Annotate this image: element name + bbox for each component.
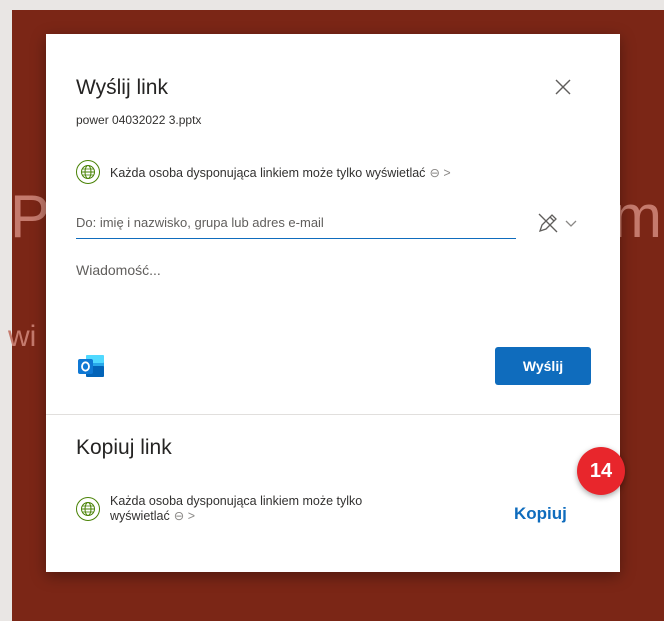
background-text-left: P bbox=[10, 183, 52, 250]
copy-link-permission-setting[interactable]: Każda osoba dysponująca linkiem może tyl… bbox=[76, 494, 410, 524]
copy-permission-suffix: ⊖ > bbox=[173, 509, 195, 523]
copy-permission-text: Każda osoba dysponująca linkiem może tyl… bbox=[110, 494, 410, 524]
outlook-icon bbox=[78, 355, 104, 377]
link-permission-setting[interactable]: Każda osoba dysponująca linkiem może tyl… bbox=[76, 160, 451, 184]
pen-icon bbox=[538, 213, 558, 233]
close-button[interactable] bbox=[552, 76, 574, 98]
permission-label: Każda osoba dysponująca linkiem może tyl… bbox=[110, 165, 426, 180]
close-icon bbox=[555, 79, 571, 95]
permission-suffix: ⊖ > bbox=[429, 165, 451, 180]
send-button[interactable]: Wyślij bbox=[495, 347, 591, 385]
link-settings-button[interactable] bbox=[536, 211, 578, 235]
annotation-badge: 14 bbox=[577, 447, 625, 495]
section-divider bbox=[46, 414, 620, 415]
globe-icon bbox=[76, 160, 100, 184]
permission-text: Każda osoba dysponująca linkiem może tyl… bbox=[110, 165, 451, 180]
copy-button[interactable]: Kopiuj bbox=[514, 504, 567, 524]
recipients-input[interactable] bbox=[76, 206, 516, 239]
message-input[interactable]: Wiadomość... bbox=[76, 262, 161, 278]
background-text-second: wi bbox=[8, 320, 37, 353]
send-link-dialog: Wyślij link power 04032022 3.pptx Każda … bbox=[46, 34, 620, 572]
file-name: power 04032022 3.pptx bbox=[76, 113, 202, 127]
copy-link-title: Kopiuj link bbox=[76, 436, 172, 459]
outlook-button[interactable] bbox=[76, 352, 106, 380]
globe-icon bbox=[76, 497, 100, 521]
chevron-down-icon bbox=[565, 220, 577, 227]
copy-permission-label: Każda osoba dysponująca linkiem może tyl… bbox=[110, 494, 363, 523]
dialog-title: Wyślij link bbox=[76, 76, 168, 99]
